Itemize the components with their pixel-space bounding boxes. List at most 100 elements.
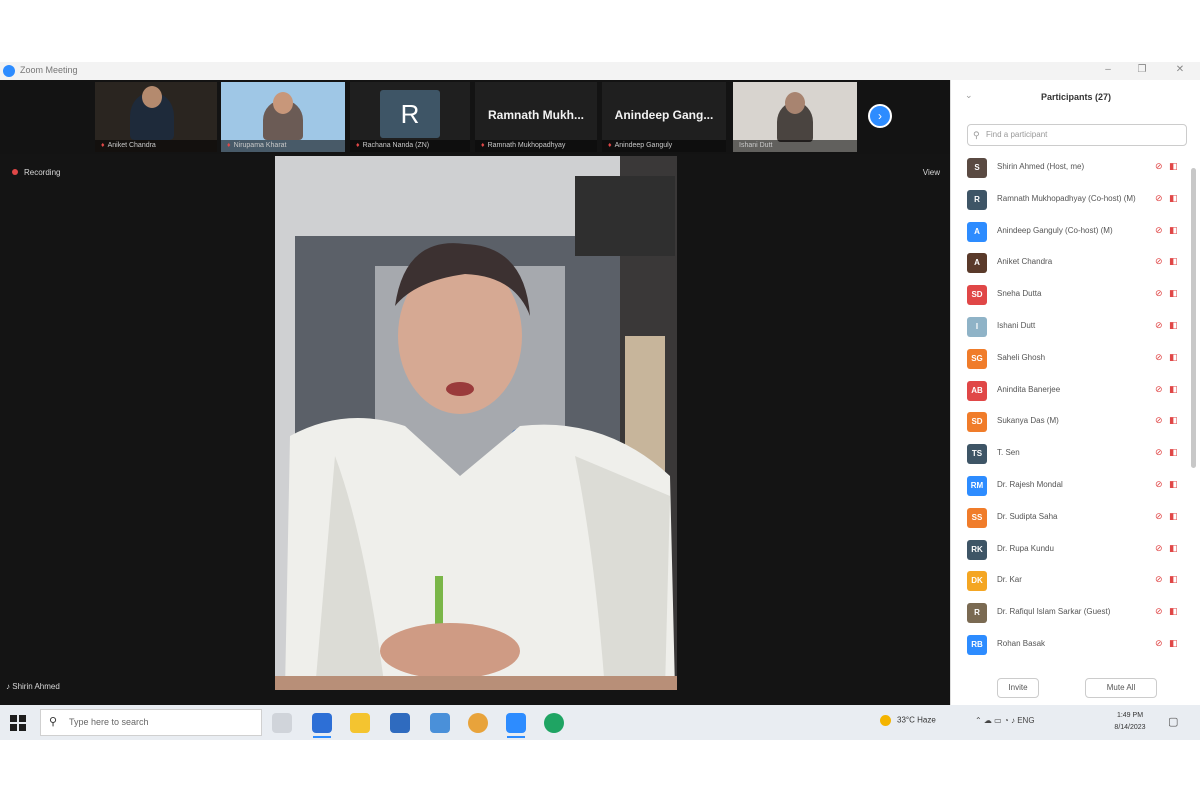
mic-muted-icon[interactable]: ⊘ xyxy=(1155,447,1163,458)
participant-name: Shirin Ahmed (Host, me) xyxy=(997,162,1085,171)
window-title: Zoom Meeting xyxy=(20,65,78,75)
video-off-icon[interactable]: ◧ xyxy=(1169,320,1178,331)
mic-muted-icon[interactable]: ⊘ xyxy=(1155,193,1163,204)
mic-muted-icon[interactable]: ⊘ xyxy=(1155,511,1163,522)
maximize-button[interactable]: ❐ xyxy=(1132,64,1152,75)
video-off-icon[interactable]: ◧ xyxy=(1169,256,1178,267)
participants-panel: ⌄ Participants (27) ⚲ Find a participant… xyxy=(950,80,1200,705)
speaker-video-frame xyxy=(275,156,677,690)
video-thumbnail[interactable]: Anindeep Gang... ♦ Anindeep Ganguly xyxy=(602,82,726,152)
participant-row[interactable]: SD Sneha Dutta ⊘ ◧ xyxy=(967,279,1189,311)
invite-button[interactable]: Invite xyxy=(997,678,1039,698)
mic-muted-icon[interactable]: ⊘ xyxy=(1155,352,1163,363)
thumbnail-strip: ♦ Aniket Chandra ♦ Nirupama Kharat R ♦ Rach… xyxy=(0,80,950,154)
mic-muted-icon[interactable]: ⊘ xyxy=(1155,415,1163,426)
video-thumbnail[interactable]: ♦ Aniket Chandra xyxy=(95,82,217,152)
participant-name-tile: Anindeep Gang... xyxy=(614,108,714,122)
participant-name: Rohan Basak xyxy=(997,638,1046,648)
zoom-app-icon xyxy=(3,65,15,77)
mic-muted-icon[interactable]: ⊘ xyxy=(1155,225,1163,236)
mail-icon[interactable] xyxy=(430,713,450,733)
participant-row[interactable]: S Shirin Ahmed (Host, me) ⊘ ◧ xyxy=(967,152,1189,184)
view-button[interactable]: View xyxy=(923,168,940,177)
participant-row[interactable]: RB Rohan Basak ⊘ ◧ xyxy=(967,629,1189,661)
participant-name: Aniket Chandra xyxy=(997,257,1053,267)
participant-row[interactable]: R Ramnath Mukhopadhyay (Co-host) (M) ⊘ ◧ xyxy=(967,184,1189,216)
file-explorer-icon[interactable] xyxy=(350,713,370,733)
close-button[interactable]: ✕ xyxy=(1170,64,1190,75)
taskbar-clock[interactable]: 1:49 PM 8/14/2023 xyxy=(1105,710,1155,734)
mic-muted-icon[interactable]: ⊘ xyxy=(1155,606,1163,617)
windows-start-icon[interactable] xyxy=(10,715,26,731)
video-off-icon[interactable]: ◧ xyxy=(1169,225,1178,236)
participant-face xyxy=(142,86,162,108)
video-thumbnail[interactable]: R ♦ Rachana Nanda (ZN) xyxy=(350,82,470,152)
task-view-icon[interactable] xyxy=(272,713,292,733)
participant-row[interactable]: TS T. Sen ⊘ ◧ xyxy=(967,438,1189,470)
participant-name: Anindita Banerjee xyxy=(997,384,1061,394)
panel-scrollbar[interactable] xyxy=(1191,168,1196,468)
participant-row[interactable]: AB Anindita Banerjee ⊘ ◧ xyxy=(967,375,1189,407)
store-icon[interactable] xyxy=(390,713,410,733)
mic-muted-icon[interactable]: ⊘ xyxy=(1155,288,1163,299)
video-off-icon[interactable]: ◧ xyxy=(1169,606,1178,617)
video-off-icon[interactable]: ◧ xyxy=(1169,415,1178,426)
mic-muted-icon[interactable]: ⊘ xyxy=(1155,543,1163,554)
browser-icon[interactable] xyxy=(544,713,564,733)
weather-widget[interactable]: 33°C Haze xyxy=(880,715,936,726)
mute-all-button[interactable]: Mute All xyxy=(1085,678,1157,698)
participant-row[interactable]: A Anindeep Ganguly (Co-host) (M) ⊘ ◧ xyxy=(967,216,1189,248)
edge-icon[interactable] xyxy=(312,713,332,733)
recording-indicator[interactable]: Recording xyxy=(12,168,60,177)
video-thumbnail[interactable]: ♦ Nirupama Kharat xyxy=(221,82,345,152)
participant-avatar: DK xyxy=(967,571,987,592)
video-off-icon[interactable]: ◧ xyxy=(1169,352,1178,363)
system-tray[interactable]: ⌃ ☁ ▭ ◔ ♪ ENG xyxy=(975,716,1035,725)
video-off-icon[interactable]: ◧ xyxy=(1169,161,1178,172)
participant-avatar: RK xyxy=(967,539,987,560)
video-off-icon[interactable]: ◧ xyxy=(1169,574,1178,585)
participant-name: Dr. Sudipta Saha xyxy=(997,511,1058,521)
chrome-icon[interactable] xyxy=(468,713,488,733)
mic-muted-icon[interactable]: ⊘ xyxy=(1155,256,1163,267)
minimize-button[interactable]: – xyxy=(1098,64,1118,75)
notification-icon[interactable]: ▢ xyxy=(1168,715,1178,728)
participant-row[interactable]: SG Saheli Ghosh ⊘ ◧ xyxy=(967,343,1189,375)
participant-row[interactable]: A Aniket Chandra ⊘ ◧ xyxy=(967,247,1189,279)
video-off-icon[interactable]: ◧ xyxy=(1169,193,1178,204)
mic-muted-icon[interactable]: ⊘ xyxy=(1155,638,1163,649)
mic-muted-icon[interactable]: ⊘ xyxy=(1155,320,1163,331)
participants-title: Participants (27) xyxy=(1040,92,1112,102)
participant-row[interactable]: I Ishani Dutt ⊘ ◧ xyxy=(967,311,1189,343)
participant-row[interactable]: RK Dr. Rupa Kundu ⊘ ◧ xyxy=(967,534,1189,566)
mic-muted-icon[interactable]: ⊘ xyxy=(1155,479,1163,490)
speaker-name-label: ♪ Shirin Ahmed xyxy=(6,682,60,691)
participant-name: Anindeep Ganguly (Co-host) (M) xyxy=(997,225,1113,235)
video-off-icon[interactable]: ◧ xyxy=(1169,384,1178,395)
participant-row[interactable]: SS Dr. Sudipta Saha ⊘ ◧ xyxy=(967,502,1189,534)
video-off-icon[interactable]: ◧ xyxy=(1169,543,1178,554)
next-page-icon[interactable]: › xyxy=(868,104,892,128)
participant-row[interactable]: SD Sukanya Das (M) ⊘ ◧ xyxy=(967,406,1189,438)
mic-muted-icon[interactable]: ⊘ xyxy=(1155,161,1163,172)
participant-name: Ishani Dutt xyxy=(997,320,1036,330)
mic-muted-icon: ♦ xyxy=(608,142,612,149)
video-off-icon[interactable]: ◧ xyxy=(1169,638,1178,649)
active-speaker-video[interactable] xyxy=(275,156,677,690)
participant-avatar: R xyxy=(967,603,987,624)
participant-row[interactable]: R Dr. Rafiqul Islam Sarkar (Guest) ⊘ ◧ xyxy=(967,597,1189,629)
participant-row[interactable]: RM Dr. Rajesh Mondal ⊘ ◧ xyxy=(967,470,1189,502)
video-off-icon[interactable]: ◧ xyxy=(1169,511,1178,522)
mic-muted-icon[interactable]: ⊘ xyxy=(1155,384,1163,395)
participant-avatar: SS xyxy=(967,507,987,528)
participant-row[interactable]: DK Dr. Kar ⊘ ◧ xyxy=(967,565,1189,597)
video-thumbnail[interactable]: Ishani Dutt xyxy=(733,82,857,152)
video-off-icon[interactable]: ◧ xyxy=(1169,447,1178,458)
participant-search-input[interactable]: ⚲ Find a participant xyxy=(967,124,1187,146)
zoom-taskbar-icon[interactable] xyxy=(506,713,526,733)
video-off-icon[interactable]: ◧ xyxy=(1169,288,1178,299)
mic-muted-icon[interactable]: ⊘ xyxy=(1155,574,1163,585)
video-off-icon[interactable]: ◧ xyxy=(1169,479,1178,490)
taskbar-search-input[interactable]: ⚲ Type here to search xyxy=(40,709,262,736)
video-thumbnail[interactable]: Ramnath Mukh... ♦ Ramnath Mukhopadhyay xyxy=(475,82,597,152)
